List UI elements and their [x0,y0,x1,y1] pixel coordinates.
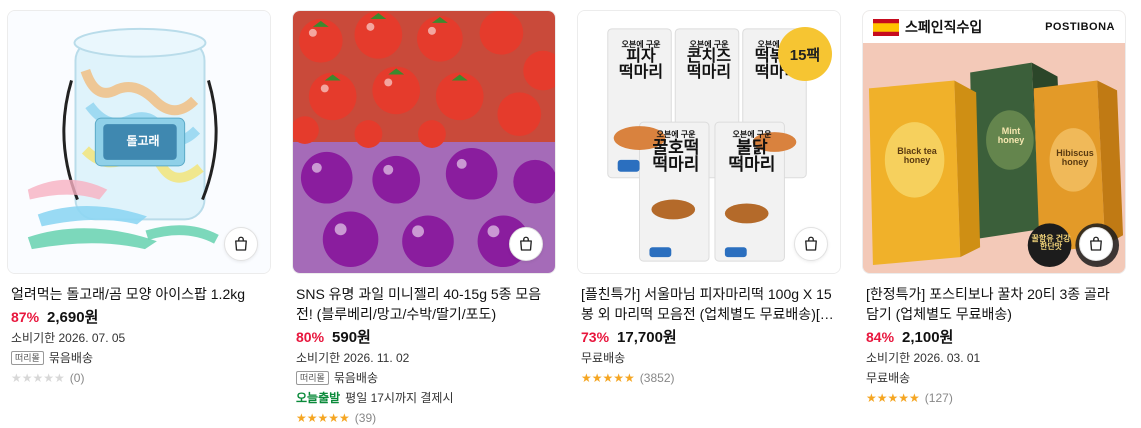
price-row-3: 73% 17,700원 [577,326,841,348]
product-image-1[interactable]: 돌고래 [7,10,271,274]
expiry-date: 소비기한 2026. 03. 01 [866,351,981,365]
box-label-2: Black tea honey [897,146,937,165]
price-row-2: 80% 590원 [292,326,556,348]
shopping-bag-icon [1090,236,1102,251]
product-card-2[interactable]: SNS 유명 과일 미니젤리 40-15g 5종 모음전! (블루베리/망고/수… [292,10,556,428]
review-count: (39) [354,411,377,425]
brand-logo: POSTIBONA [1045,21,1115,33]
pack-name: 불닭 떡마리 [728,138,776,174]
shopping-bag-icon [805,236,817,251]
review-count: (127) [924,391,953,405]
shipping-info: 무료배송 [866,371,911,385]
product-image-4[interactable]: 스페인직수입 POSTIBONA Mint honey Black tea ho… [862,10,1126,274]
pack-count-badge: 15팩 [778,27,832,81]
tub-label-text: 돌고래 [126,134,160,148]
price: 590원 [332,329,371,346]
discount-rate: 73% [581,329,610,345]
product-image-2[interactable] [292,10,556,274]
brand-tag: 떠리몰 [11,351,44,365]
pack-name: 꿀호떡 떡마리 [652,138,700,174]
price: 2,690원 [47,309,99,326]
pack-label-1: 오븐에 구운 피자 떡마리 [612,41,670,81]
expiry-date: 소비기한 2026. 07. 05 [11,331,126,345]
review-count: (0) [69,371,85,385]
bundle-shipping-label: 묶음배송 [48,351,94,365]
price-row-4: 84% 2,100원 [862,326,1126,348]
product-image-3[interactable]: 오븐에 구운 피자 떡마리 오븐에 구운 콘치즈 떡마리 오븐에 구운 떡볶이 … [577,10,841,274]
product-card-1[interactable]: 돌고래 얼려먹는 돌고래/곰 모양 아이스팝 1.2kg 87% 2,690원 … [7,10,271,388]
price: 2,100원 [902,329,954,346]
star-rating-icon: ★★★★★ [866,391,920,405]
spain-flag-icon [873,18,899,36]
bundle-row: 떠리몰 묶음배송 [7,348,271,368]
discount-rate: 80% [296,329,325,345]
pack-label-2: 오븐에 구운 콘치즈 떡마리 [680,41,738,81]
rating-row: ★★★★★ (39) [292,408,556,428]
product-card-4[interactable]: 스페인직수입 POSTIBONA Mint honey Black tea ho… [862,10,1126,408]
add-to-cart-button-1[interactable] [224,227,258,261]
rating-row: ★★★★★ (127) [862,388,1126,408]
rating-row: ★★★★★ (0) [7,368,271,388]
bundle-shipping-label: 묶음배송 [333,371,379,385]
product-title-2[interactable]: SNS 유명 과일 미니젤리 40-15g 5종 모음전! (블루베리/망고/수… [292,284,556,324]
add-to-cart-button-4[interactable] [1079,227,1113,261]
star-rating-icon: ★★★★★ [11,371,65,385]
box-label-1: Mint honey [997,126,1025,145]
shopping-bag-icon [520,236,532,251]
price: 17,700원 [617,329,677,346]
product-card-3[interactable]: 오븐에 구운 피자 떡마리 오븐에 구운 콘치즈 떡마리 오븐에 구운 떡볶이 … [577,10,841,388]
pack-name: 콘치즈 떡마리 [686,48,732,81]
today-dispatch-note: 평일 17시까지 결제시 [345,391,454,405]
pack-label-5: 오븐에 구운 불닭 떡마리 [720,131,784,174]
price-row-1: 87% 2,690원 [7,306,271,328]
review-count: (3852) [639,371,675,385]
bundle-row: 떠리몰 묶음배송 [292,368,556,388]
star-rating-icon: ★★★★★ [296,411,350,425]
health-sticker: 꿀함유 건강한단맛 [1031,234,1071,251]
import-label: 스페인직수입 [905,19,983,35]
shipping-info: 무료배송 [581,351,626,365]
product-title-1[interactable]: 얼려먹는 돌고래/곰 모양 아이스팝 1.2kg [7,284,271,304]
expiry-date: 소비기한 2026. 11. 02 [296,351,410,365]
discount-rate: 84% [866,329,895,345]
pack-label-4: 오븐에 구운 꿀호떡 떡마리 [644,131,708,174]
product-title-3[interactable]: [플친특가] 서울마님 피자마리떡 100g X 15봉 외 마리떡 모음전 (… [577,284,841,324]
add-to-cart-button-2[interactable] [509,227,543,261]
box-label-3: Hibiscus honey [1056,148,1094,167]
discount-rate: 87% [11,309,40,325]
import-header: 스페인직수입 POSTIBONA [863,11,1125,43]
shopping-bag-icon [235,236,247,251]
product-title-4[interactable]: [한정특가] 포스티보나 꿀차 20티 3종 골라담기 (업체별도 무료배송) [862,284,1126,324]
star-rating-icon: ★★★★★ [581,371,635,385]
today-dispatch-row: 오늘출발 평일 17시까지 결제시 [292,388,556,408]
today-dispatch-label: 오늘출발 [296,391,341,405]
brand-tag: 떠리몰 [296,371,329,385]
rating-row: ★★★★★ (3852) [577,368,841,388]
add-to-cart-button-3[interactable] [794,227,828,261]
pack-name: 피자 떡마리 [618,48,664,81]
